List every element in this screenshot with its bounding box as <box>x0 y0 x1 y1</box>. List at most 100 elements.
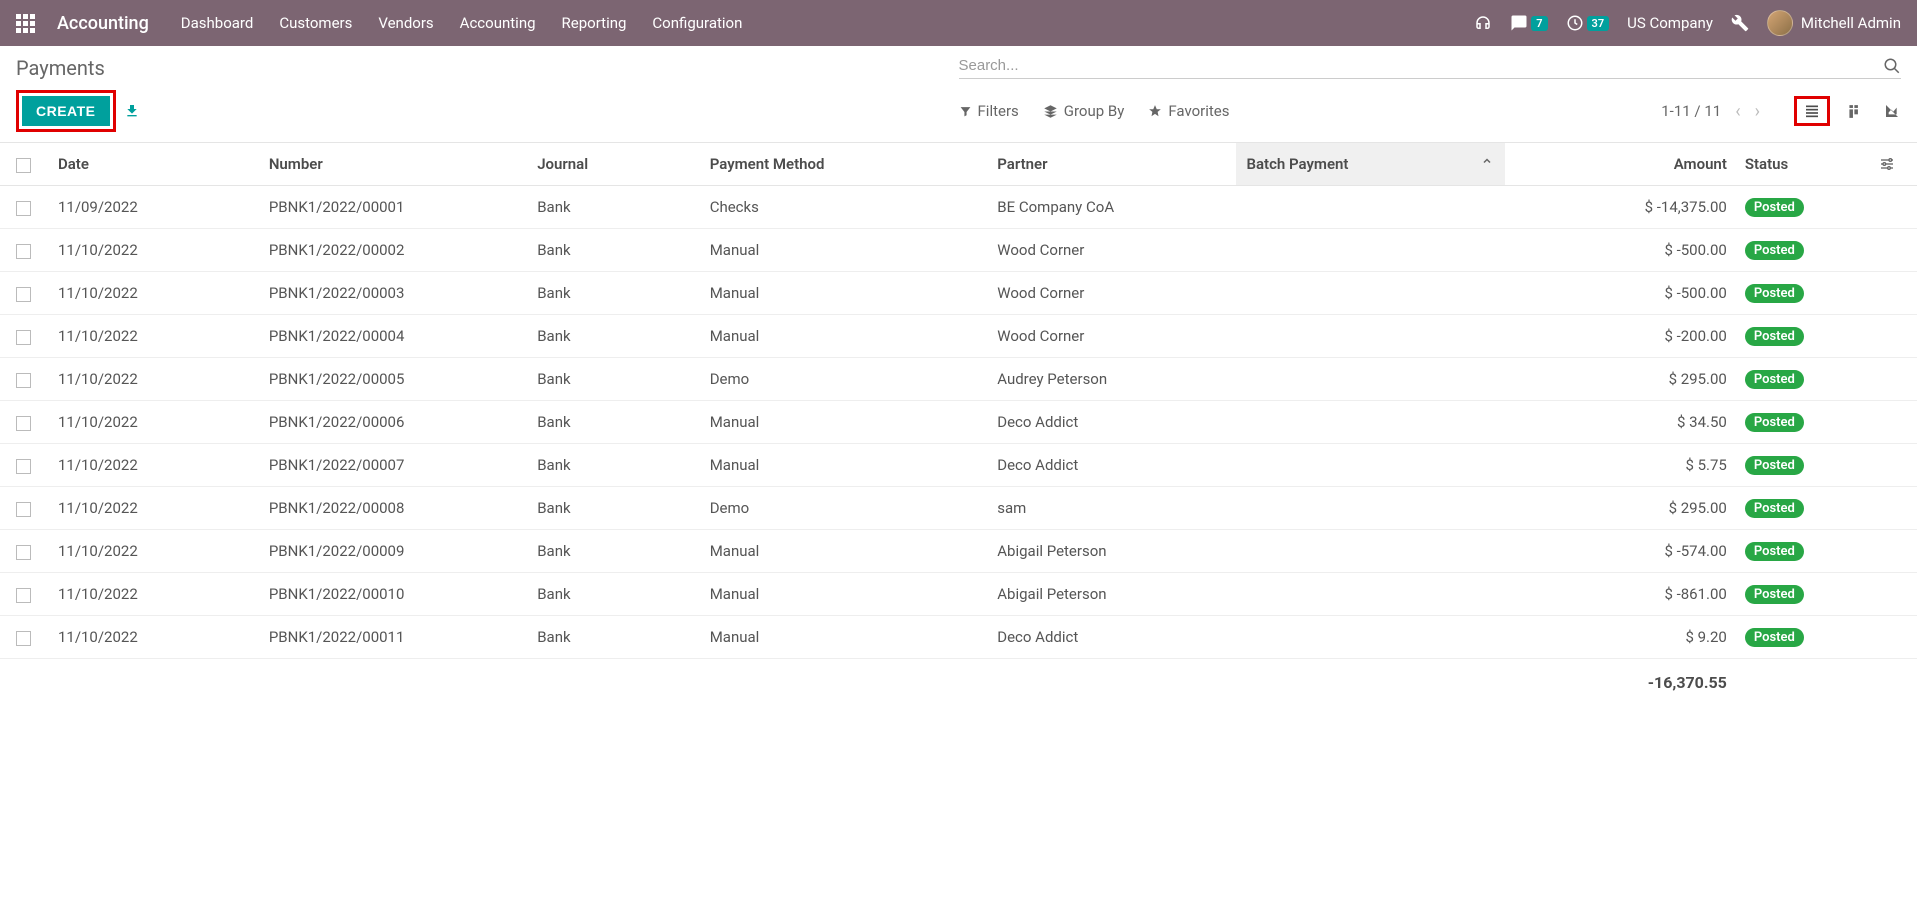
cell-amount: $ -500.00 <box>1505 229 1735 272</box>
row-checkbox[interactable] <box>16 545 31 560</box>
star-icon <box>1148 104 1162 118</box>
table-row[interactable]: 11/10/2022 PBNK1/2022/00005 Bank Demo Au… <box>0 358 1917 401</box>
filters-button[interactable]: Filters <box>959 102 1019 120</box>
cell-partner: Deco Addict <box>987 401 1236 444</box>
export-icon[interactable] <box>124 103 140 119</box>
nav-vendors[interactable]: Vendors <box>378 14 433 32</box>
cell-amount: $ 5.75 <box>1505 444 1735 487</box>
row-checkbox[interactable] <box>16 459 31 474</box>
list-view-button[interactable] <box>1794 96 1830 126</box>
select-all-checkbox[interactable] <box>16 158 31 173</box>
cell-amount: $ 9.20 <box>1505 616 1735 659</box>
graph-view-button[interactable] <box>1883 103 1901 119</box>
cell-number: PBNK1/2022/00007 <box>259 444 527 487</box>
table-row[interactable]: 11/10/2022 PBNK1/2022/00007 Bank Manual … <box>0 444 1917 487</box>
table-row[interactable]: 11/10/2022 PBNK1/2022/00009 Bank Manual … <box>0 530 1917 573</box>
search-input[interactable] <box>959 57 1902 74</box>
cell-partner: Audrey Peterson <box>987 358 1236 401</box>
table-row[interactable]: 11/10/2022 PBNK1/2022/00006 Bank Manual … <box>0 401 1917 444</box>
row-checkbox[interactable] <box>16 631 31 646</box>
messages-icon[interactable]: 7 <box>1510 14 1547 32</box>
row-checkbox[interactable] <box>16 330 31 345</box>
page-title: Payments <box>16 56 959 80</box>
favorites-button[interactable]: Favorites <box>1148 102 1229 120</box>
col-batch-payment[interactable]: Batch Payment <box>1236 143 1504 186</box>
row-checkbox[interactable] <box>16 416 31 431</box>
cell-batch <box>1236 401 1504 444</box>
cell-status: Posted <box>1735 229 1869 272</box>
groupby-label: Group By <box>1064 102 1125 120</box>
table-row[interactable]: 11/10/2022 PBNK1/2022/00003 Bank Manual … <box>0 272 1917 315</box>
cell-method: Manual <box>700 444 988 487</box>
cell-method: Manual <box>700 530 988 573</box>
company-selector[interactable]: US Company <box>1627 14 1713 32</box>
support-icon[interactable] <box>1474 14 1492 32</box>
col-partner[interactable]: Partner <box>987 143 1236 186</box>
col-status[interactable]: Status <box>1735 143 1869 186</box>
nav-dashboard[interactable]: Dashboard <box>181 14 254 32</box>
table-row[interactable]: 11/10/2022 PBNK1/2022/00002 Bank Manual … <box>0 229 1917 272</box>
pager-value[interactable]: 1-11 / 11 <box>1661 102 1721 120</box>
apps-icon[interactable] <box>16 14 35 33</box>
cell-method: Demo <box>700 358 988 401</box>
table-row[interactable]: 11/10/2022 PBNK1/2022/00004 Bank Manual … <box>0 315 1917 358</box>
user-menu[interactable]: Mitchell Admin <box>1767 10 1901 36</box>
cell-status: Posted <box>1735 573 1869 616</box>
debug-icon[interactable] <box>1731 14 1749 32</box>
cell-partner: BE Company CoA <box>987 186 1236 229</box>
row-checkbox[interactable] <box>16 502 31 517</box>
sliders-icon <box>1879 156 1895 172</box>
table-row[interactable]: 11/10/2022 PBNK1/2022/00011 Bank Manual … <box>0 616 1917 659</box>
nav-customers[interactable]: Customers <box>279 14 352 32</box>
create-button-highlight: CREATE <box>16 90 116 132</box>
cell-partner: sam <box>987 487 1236 530</box>
cell-amount: $ -200.00 <box>1505 315 1735 358</box>
pager-next-icon[interactable]: › <box>1755 101 1760 122</box>
activities-icon[interactable]: 37 <box>1566 14 1610 32</box>
cell-date: 11/09/2022 <box>48 186 259 229</box>
status-badge: Posted <box>1745 456 1804 475</box>
row-checkbox[interactable] <box>16 201 31 216</box>
cell-journal: Bank <box>527 401 700 444</box>
groupby-button[interactable]: Group By <box>1043 102 1125 120</box>
cell-status: Posted <box>1735 616 1869 659</box>
cell-journal: Bank <box>527 573 700 616</box>
row-checkbox[interactable] <box>16 588 31 603</box>
nav-configuration[interactable]: Configuration <box>652 14 742 32</box>
col-date[interactable]: Date <box>48 143 259 186</box>
cell-journal: Bank <box>527 616 700 659</box>
table-row[interactable]: 11/09/2022 PBNK1/2022/00001 Bank Checks … <box>0 186 1917 229</box>
col-payment-method[interactable]: Payment Method <box>700 143 988 186</box>
cell-status: Posted <box>1735 315 1869 358</box>
cell-date: 11/10/2022 <box>48 272 259 315</box>
cell-method: Manual <box>700 573 988 616</box>
cell-date: 11/10/2022 <box>48 358 259 401</box>
nav-reporting[interactable]: Reporting <box>562 14 627 32</box>
col-options[interactable] <box>1869 143 1917 186</box>
cell-method: Manual <box>700 401 988 444</box>
control-panel: Payments CREATE Filters <box>0 46 1917 142</box>
cell-number: PBNK1/2022/00001 <box>259 186 527 229</box>
table-row[interactable]: 11/10/2022 PBNK1/2022/00008 Bank Demo sa… <box>0 487 1917 530</box>
pager: 1-11 / 11 ‹ › <box>1661 101 1760 122</box>
cell-journal: Bank <box>527 487 700 530</box>
table-row[interactable]: 11/10/2022 PBNK1/2022/00010 Bank Manual … <box>0 573 1917 616</box>
cell-journal: Bank <box>527 315 700 358</box>
cell-date: 11/10/2022 <box>48 573 259 616</box>
nav-accounting[interactable]: Accounting <box>460 14 536 32</box>
row-checkbox[interactable] <box>16 373 31 388</box>
pager-prev-icon[interactable]: ‹ <box>1735 101 1740 122</box>
col-batch-payment-label: Batch Payment <box>1246 155 1348 173</box>
col-journal[interactable]: Journal <box>527 143 700 186</box>
row-checkbox[interactable] <box>16 244 31 259</box>
chart-icon <box>1883 103 1901 119</box>
create-button[interactable]: CREATE <box>22 96 110 126</box>
favorites-label: Favorites <box>1168 102 1229 120</box>
kanban-view-button[interactable] <box>1848 103 1865 120</box>
search-icon[interactable] <box>1883 57 1901 75</box>
col-number[interactable]: Number <box>259 143 527 186</box>
row-checkbox[interactable] <box>16 287 31 302</box>
cell-status: Posted <box>1735 272 1869 315</box>
col-amount[interactable]: Amount <box>1505 143 1735 186</box>
app-brand[interactable]: Accounting <box>57 13 149 34</box>
